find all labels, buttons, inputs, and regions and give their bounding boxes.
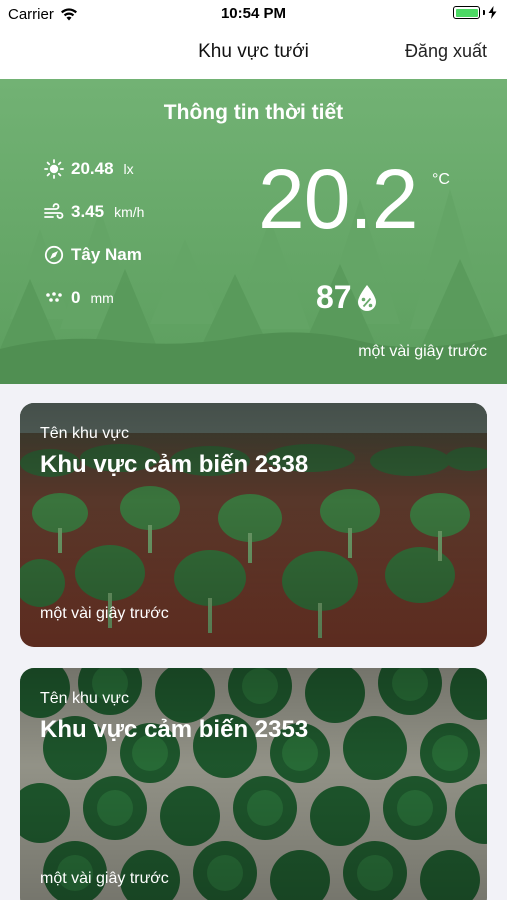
battery-icon — [453, 6, 480, 19]
wind-speed-reading: 3.45 km/h — [44, 202, 144, 222]
weather-title: Thông tin thời tiết — [163, 101, 344, 124]
zone-name-label: Tên khu vực — [40, 690, 129, 707]
zone-name: Khu vực cảm biến 2338 — [40, 451, 309, 478]
wind-icon — [44, 202, 64, 222]
zone-card[interactable]: Tên khu vực Khu vực cảm biến 2338 một và… — [20, 403, 487, 647]
temperature-unit: °C — [432, 171, 450, 188]
humidity-value: 87 — [316, 279, 352, 315]
zone-updated-time: một vài giây trước — [40, 605, 169, 622]
logout-button[interactable]: Đăng xuất — [405, 41, 487, 62]
wind-speed-value: 3.45 — [71, 202, 105, 221]
wind-speed-unit: km/h — [114, 204, 145, 220]
humidity-reading: 87 — [316, 279, 378, 316]
temperature-value: 20.2 — [258, 152, 418, 246]
compass-icon — [44, 245, 64, 265]
light-reading: 20.48 lx — [44, 159, 134, 179]
light-unit: lx — [123, 161, 134, 177]
weather-card: Thông tin thời tiết 20.48 lx 3.45 km/h T… — [0, 79, 507, 384]
wind-direction-reading: Tây Nam — [44, 245, 142, 265]
zone-name: Khu vực cảm biến 2353 — [40, 716, 309, 743]
rain-reading: 0 mm — [44, 288, 114, 308]
battery-indicator — [453, 6, 497, 19]
wind-direction-value: Tây Nam — [71, 245, 142, 264]
navigation-bar: Khu vực tưới Đăng xuất — [0, 28, 507, 79]
rain-icon — [44, 288, 64, 308]
zone-updated-time: một vài giây trước — [40, 870, 169, 887]
zone-card[interactable]: Tên khu vực Khu vực cảm biến 2353 một và… — [20, 668, 487, 900]
status-time: 10:54 PM — [220, 5, 287, 22]
rain-unit: mm — [90, 290, 114, 306]
sun-icon — [44, 159, 64, 179]
status-bar: Carrier 10:54 PM — [0, 0, 507, 28]
rain-value: 0 — [71, 288, 81, 307]
light-value: 20.48 — [71, 159, 114, 178]
humidity-percent-icon — [357, 284, 376, 311]
charging-bolt-icon — [488, 6, 497, 19]
zone-name-label: Tên khu vực — [40, 425, 129, 442]
weather-updated-time: một vài giây trước — [358, 343, 487, 360]
